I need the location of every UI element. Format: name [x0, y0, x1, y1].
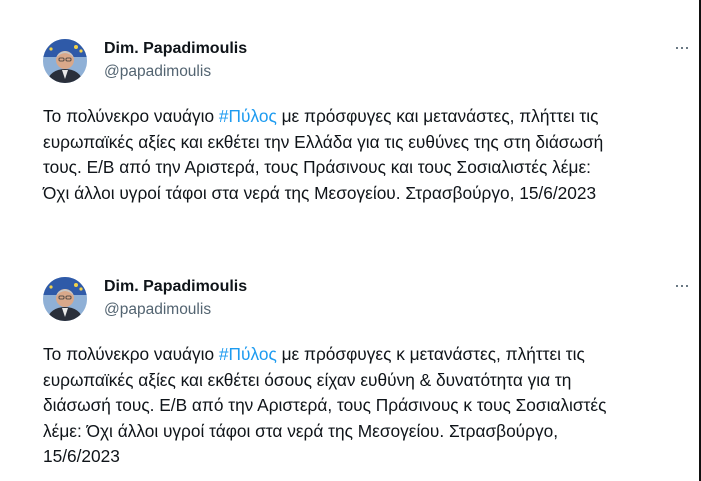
tweet-text: Το πολύνεκρο ναυάγιο #Πύλος με πρόσφυγες…	[43, 104, 693, 206]
tweet-text-line: Το πολύνεκρο ναυάγιο #Πύλος με πρόσφυγες…	[43, 104, 693, 130]
text-segment: Το πολύνεκρο ναυάγιο	[43, 344, 219, 364]
author-handle[interactable]: @papadimoulis	[104, 63, 211, 81]
tweet-text: Το πολύνεκρο ναυάγιο #Πύλος με πρόσφυγες…	[43, 342, 693, 470]
author-handle[interactable]: @papadimoulis	[104, 301, 211, 319]
text-segment: με πρόσφυγες κ μετανάστες, πλήττει τις	[276, 344, 585, 364]
tweet-text-line: ευρωπαϊκές αξίες και εκθέτει όσους είχαν…	[43, 369, 572, 390]
tweet-text-line: λέμε: Όχι άλλοι υγροί τάφοι στα νερά της…	[43, 420, 559, 441]
avatar[interactable]	[43, 39, 87, 83]
text-segment: με πρόσφυγες και μετανάστες, πλήττει τις	[276, 106, 599, 126]
tweet-text-line: Το πολύνεκρο ναυάγιο #Πύλος με πρόσφυγες…	[43, 342, 693, 368]
author-name[interactable]: Dim. Papadimoulis	[104, 278, 247, 296]
tweet-text-line: ευρωπαϊκές αξίες και εκθέτει την Ελλάδα …	[43, 131, 604, 152]
tweet-header: Dim. Papadimoulis @papadimoulis ···	[0, 264, 697, 326]
tweet-screenshot: Dim. Papadimoulis @papadimoulis ··· Το π…	[0, 0, 701, 481]
hashtag-link[interactable]: #Πύλος	[219, 344, 277, 364]
tweet-card: Dim. Papadimoulis @papadimoulis ··· Το π…	[0, 26, 697, 203]
more-options-icon[interactable]: ···	[674, 38, 690, 56]
avatar[interactable]	[43, 277, 87, 321]
tweet-text-line: Όχι άλλοι υγροί τάφοι στα νερά της Μεσογ…	[43, 182, 597, 203]
tweet-card: Dim. Papadimoulis @papadimoulis ··· Το π…	[0, 264, 697, 466]
tweet-text-line: τους. Ε/Β από την Αριστερά, τους Πράσινο…	[43, 157, 591, 177]
tweet-text-line: διάσωσή τους. Ε/Β από την Αριστερά, τους…	[43, 395, 607, 415]
hashtag-link[interactable]: #Πύλος	[219, 106, 277, 126]
tweet-header: Dim. Papadimoulis @papadimoulis ···	[0, 26, 697, 88]
profile-photo-icon	[43, 277, 87, 321]
profile-photo-icon	[43, 39, 87, 83]
tweet-text-line: 15/6/2023	[43, 446, 120, 466]
more-options-icon[interactable]: ···	[674, 276, 690, 294]
author-name[interactable]: Dim. Papadimoulis	[104, 40, 247, 58]
text-segment: Το πολύνεκρο ναυάγιο	[43, 106, 219, 126]
